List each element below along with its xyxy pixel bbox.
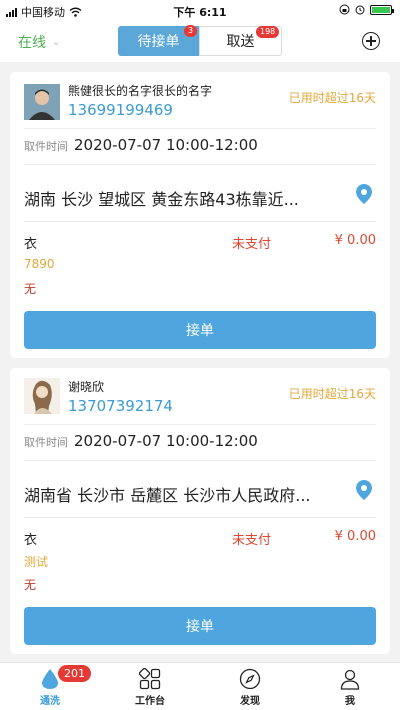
item-type: 衣: [24, 237, 38, 252]
customer-phone-link[interactable]: 13699199469: [68, 101, 173, 119]
tab-pickup-label: 取送: [226, 34, 255, 50]
address-text: 湖南 长沙 望城区 黄金东路43栋靠近...: [24, 190, 299, 209]
payment-status: 未支付: [232, 237, 272, 252]
avatar: [24, 84, 60, 120]
tab-label: 我: [345, 696, 355, 707]
tab-pickup-badge: 198: [256, 26, 280, 38]
address-text: 湖南省 长沙市 岳麓区 长沙市人民政府...: [24, 486, 311, 505]
payment-status: 未支付: [232, 533, 272, 548]
accept-order-button[interactable]: 接单: [24, 311, 376, 349]
divider: [24, 128, 376, 129]
pickup-time-row: 取件时间 2020-07-07 10:00-12:00: [24, 136, 258, 154]
tab-pickup[interactable]: 取送 198: [199, 26, 282, 56]
tab-label: 工作台: [135, 696, 165, 707]
compass-icon: [239, 668, 261, 690]
pickup-time-value: 2020-07-07 10:00-12:00: [74, 432, 258, 450]
avatar: [24, 378, 60, 414]
bottom-tab-bar: 201 通洗 工作台 发现 我: [0, 662, 400, 710]
drop-icon: [42, 669, 58, 689]
order-card: 谢晓欣 13707392174 已用时超过16天 取件时间 2020-07-07…: [10, 368, 390, 654]
divider: [24, 164, 376, 165]
divider: [24, 424, 376, 425]
status-right: [339, 4, 394, 15]
tab-workbench[interactable]: 工作台: [100, 663, 200, 710]
order-remark: 无: [24, 282, 37, 296]
pickup-time-row: 取件时间 2020-07-07 10:00-12:00: [24, 432, 258, 450]
grid-icon: [139, 668, 161, 690]
online-status-label: 在线: [18, 35, 46, 51]
tab-label: 通洗: [40, 696, 60, 707]
accept-order-button[interactable]: 接单: [24, 607, 376, 645]
customer-name: 熊健很长的名字很长的名字: [68, 84, 213, 98]
lock-rotation-icon: [339, 4, 350, 15]
item-type: 衣: [24, 533, 38, 548]
pickup-time-value: 2020-07-07 10:00-12:00: [74, 136, 258, 154]
tab-pending[interactable]: 待接单 3: [118, 25, 199, 56]
customer-phone-link[interactable]: 13707392174: [68, 397, 173, 415]
battery-icon: [370, 4, 394, 15]
elapsed-time-warning: 已用时超过16天: [288, 387, 376, 401]
tab-discover[interactable]: 发现: [200, 663, 300, 710]
order-card: 熊健很长的名字很长的名字 13699199469 已用时超过16天 取件时间 2…: [10, 72, 390, 358]
order-amount: ¥ 0.00: [334, 529, 376, 544]
tab-pending-label: 待接单: [137, 34, 180, 50]
tab-badge: 201: [58, 665, 91, 682]
tab-tongxi[interactable]: 201 通洗: [0, 663, 100, 710]
pickup-time-label: 取件时间: [24, 436, 68, 449]
order-note: 测试: [24, 555, 49, 569]
order-remark: 无: [24, 578, 37, 592]
add-icon[interactable]: [362, 32, 380, 50]
elapsed-time-warning: 已用时超过16天: [288, 91, 376, 105]
tab-label: 发现: [240, 696, 260, 707]
location-pin-icon[interactable]: [356, 184, 372, 204]
location-pin-icon[interactable]: [356, 480, 372, 500]
customer-name: 谢晓欣: [68, 380, 105, 394]
online-status-dropdown[interactable]: 在线 ⌄: [18, 32, 60, 52]
status-bar: 中国移动 下午 6:11: [0, 0, 400, 22]
top-header: 在线 ⌄ 待接单 3 取送 198: [0, 22, 400, 62]
tab-me[interactable]: 我: [300, 663, 400, 710]
divider: [24, 517, 376, 518]
tab-pending-badge: 3: [184, 25, 198, 37]
order-tabs: 待接单 3 取送 198: [118, 25, 282, 56]
user-icon: [340, 669, 360, 690]
divider: [24, 460, 376, 461]
order-note: 7890: [24, 257, 55, 271]
chevron-down-icon: ⌄: [52, 36, 61, 48]
divider: [24, 221, 376, 222]
order-amount: ¥ 0.00: [334, 233, 376, 248]
pickup-time-label: 取件时间: [24, 140, 68, 153]
alarm-icon: [355, 5, 365, 15]
